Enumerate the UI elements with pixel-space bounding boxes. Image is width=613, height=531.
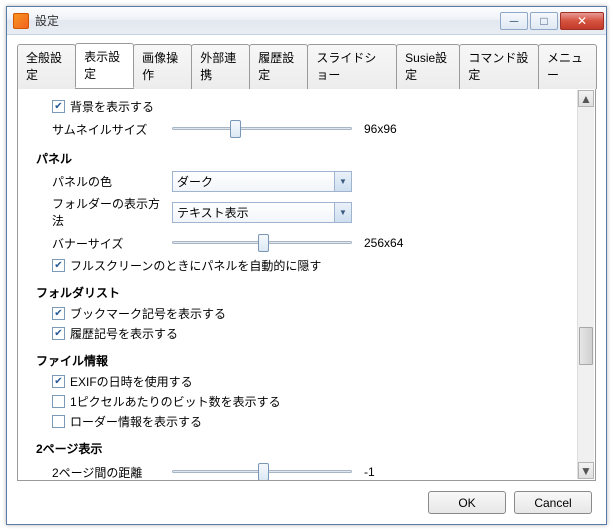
thumbnail-size-value: 96x96 <box>364 122 397 136</box>
exif-checkbox[interactable]: ✔ <box>52 375 65 388</box>
bookmark-checkbox[interactable]: ✔ <box>52 307 65 320</box>
history-mark-checkbox[interactable]: ✔ <box>52 327 65 340</box>
fullscreen-hide-row: ✔ フルスクリーンのときにパネルを自動的に隠す <box>36 257 561 274</box>
slider-thumb[interactable] <box>258 234 269 252</box>
maximize-icon: □ <box>540 14 547 28</box>
exif-row: ✔ EXIFの日時を使用する <box>36 373 561 390</box>
window-title: 設定 <box>35 12 500 29</box>
tab-display[interactable]: 表示設定 <box>75 43 134 88</box>
history-mark-row: ✔ 履歴記号を表示する <box>36 325 561 342</box>
tab-history[interactable]: 履歴設定 <box>249 44 308 89</box>
slider-thumb[interactable] <box>258 463 269 480</box>
scroll-down-button[interactable]: ▼ <box>578 462 594 479</box>
page-gap-value: -1 <box>364 465 375 479</box>
slider-track <box>172 127 352 130</box>
scroll-track[interactable] <box>578 107 594 462</box>
folder-display-row: フォルダーの表示方法 テキスト表示 ▼ <box>36 195 561 229</box>
tab-image-ops[interactable]: 画像操作 <box>133 44 192 89</box>
vertical-scrollbar[interactable]: ▲ ▼ <box>577 90 594 479</box>
loader-checkbox[interactable] <box>52 415 65 428</box>
tab-external[interactable]: 外部連携 <box>191 44 250 89</box>
titlebar[interactable]: 設定 ─ □ ✕ <box>7 7 606 35</box>
minimize-button[interactable]: ─ <box>500 12 528 30</box>
tab-menu[interactable]: メニュー <box>538 44 597 89</box>
close-icon: ✕ <box>577 14 587 28</box>
panel-heading: パネル <box>36 150 561 167</box>
thumbnail-size-row: サムネイルサイズ 96x96 <box>36 118 561 140</box>
client-area: 全般設定 表示設定 画像操作 外部連携 履歴設定 スライドショー Susie設定… <box>7 35 606 524</box>
bpp-label: 1ピクセルあたりのビット数を表示する <box>70 393 281 410</box>
ok-button[interactable]: OK <box>428 491 506 514</box>
tab-pane: ✔ 背景を表示する サムネイルサイズ 96x96 パネル パネルの色 ダーク <box>17 88 596 481</box>
panel-color-label: パネルの色 <box>52 173 162 190</box>
panel-color-select[interactable]: ダーク ▼ <box>172 171 352 192</box>
bpp-row: 1ピクセルあたりのビット数を表示する <box>36 393 561 410</box>
thumbnail-size-label: サムネイルサイズ <box>52 121 162 138</box>
scroll-up-button[interactable]: ▲ <box>578 90 594 107</box>
loader-label: ローダー情報を表示する <box>70 413 202 430</box>
tab-command[interactable]: コマンド設定 <box>459 44 539 89</box>
folder-display-value: テキスト表示 <box>177 204 249 221</box>
maximize-button[interactable]: □ <box>530 12 558 30</box>
app-icon <box>13 13 29 29</box>
bookmark-row: ✔ ブックマーク記号を表示する <box>36 305 561 322</box>
banner-size-label: バナーサイズ <box>52 235 162 252</box>
page-gap-row: 2ページ間の距離 -1 <box>36 461 561 480</box>
tab-content: ✔ 背景を表示する サムネイルサイズ 96x96 パネル パネルの色 ダーク <box>18 89 577 480</box>
folder-display-label: フォルダーの表示方法 <box>52 195 162 229</box>
minimize-icon: ─ <box>510 14 519 28</box>
fullscreen-hide-checkbox[interactable]: ✔ <box>52 259 65 272</box>
bookmark-label: ブックマーク記号を表示する <box>70 305 226 322</box>
page-gap-label: 2ページ間の距離 <box>52 464 162 481</box>
panel-color-value: ダーク <box>177 173 213 190</box>
chevron-down-icon: ▼ <box>580 464 592 478</box>
show-bg-checkbox[interactable]: ✔ <box>52 100 65 113</box>
thumbnail-size-slider[interactable] <box>172 118 352 140</box>
tab-susie[interactable]: Susie設定 <box>396 44 460 89</box>
window-buttons: ─ □ ✕ <box>500 12 604 30</box>
banner-size-value: 256x64 <box>364 236 403 250</box>
chevron-down-icon: ▼ <box>334 172 351 191</box>
tabstrip: 全般設定 表示設定 画像操作 外部連携 履歴設定 スライドショー Susie設定… <box>17 43 596 88</box>
twopage-heading: 2ページ表示 <box>36 440 561 457</box>
chevron-down-icon: ▼ <box>334 203 351 222</box>
fullscreen-hide-label: フルスクリーンのときにパネルを自動的に隠す <box>70 257 321 274</box>
history-mark-label: 履歴記号を表示する <box>70 325 178 342</box>
folderlist-heading: フォルダリスト <box>36 284 561 301</box>
tab-general[interactable]: 全般設定 <box>17 44 76 89</box>
dialog-buttons: OK Cancel <box>17 481 596 514</box>
settings-window: 設定 ─ □ ✕ 全般設定 表示設定 画像操作 外部連携 履歴設定 スライドショ… <box>6 6 607 525</box>
fileinfo-heading: ファイル情報 <box>36 352 561 369</box>
exif-label: EXIFの日時を使用する <box>70 373 193 390</box>
banner-size-slider[interactable] <box>172 232 352 254</box>
loader-row: ローダー情報を表示する <box>36 413 561 430</box>
chevron-up-icon: ▲ <box>580 92 592 106</box>
page-gap-slider[interactable] <box>172 461 352 480</box>
close-button[interactable]: ✕ <box>560 12 604 30</box>
folder-display-select[interactable]: テキスト表示 ▼ <box>172 202 352 223</box>
banner-size-row: バナーサイズ 256x64 <box>36 232 561 254</box>
panel-color-row: パネルの色 ダーク ▼ <box>36 171 561 192</box>
scroll-thumb[interactable] <box>579 327 593 365</box>
bpp-checkbox[interactable] <box>52 395 65 408</box>
tab-slideshow[interactable]: スライドショー <box>307 44 397 89</box>
show-bg-row: ✔ 背景を表示する <box>36 98 561 115</box>
slider-thumb[interactable] <box>230 120 241 138</box>
show-bg-label: 背景を表示する <box>70 98 154 115</box>
cancel-button[interactable]: Cancel <box>514 491 592 514</box>
